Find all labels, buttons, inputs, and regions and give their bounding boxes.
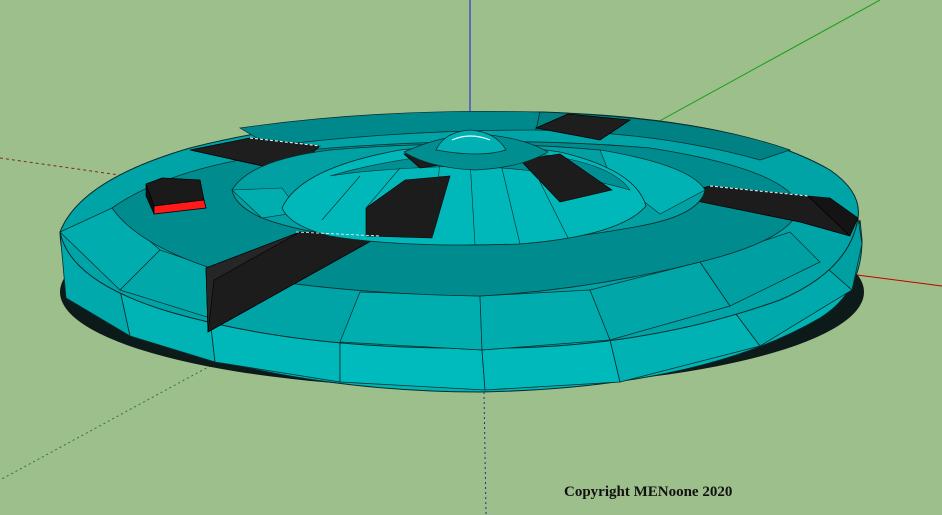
red-marker-block[interactable] <box>145 177 207 215</box>
ufo-3d-model-scene[interactable] <box>0 0 942 515</box>
blue-axis-dashed <box>483 391 487 515</box>
copyright-text: Copyright MENoone 2020 <box>564 484 733 500</box>
sketchup-viewport[interactable]: Copyright MENoone 2020 <box>0 0 942 515</box>
